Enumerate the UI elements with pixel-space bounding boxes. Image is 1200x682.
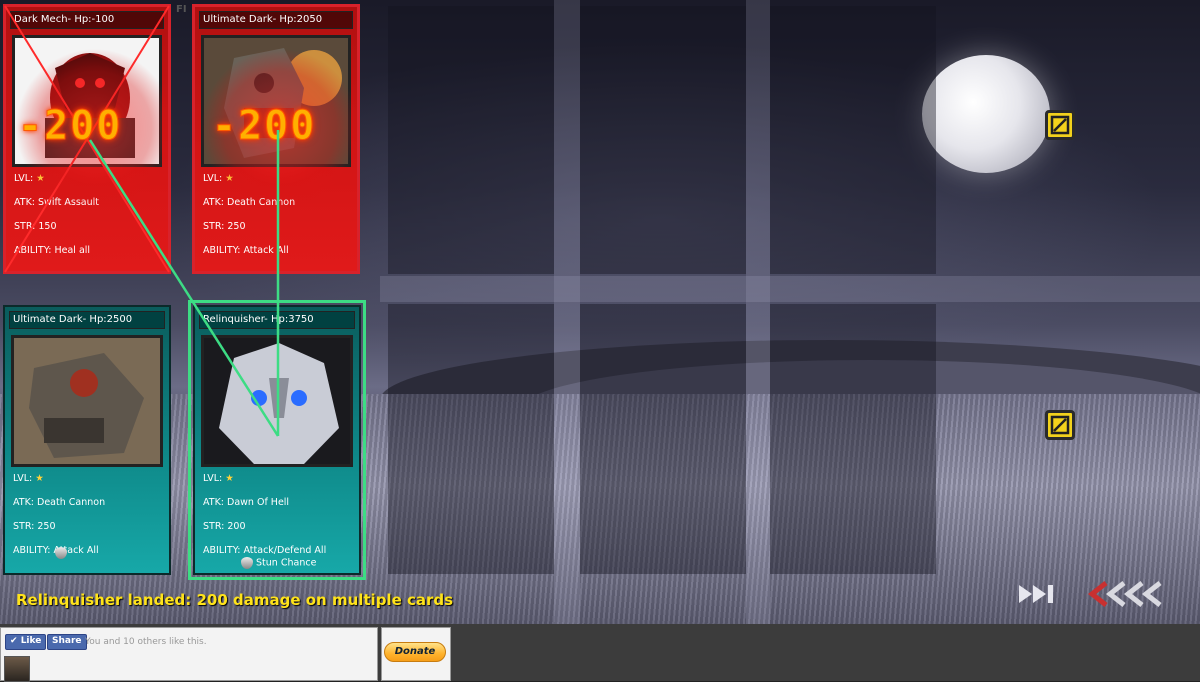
null-slot-icon bbox=[1050, 115, 1070, 135]
donate-button[interactable]: Donate bbox=[384, 642, 446, 662]
null-slot-button[interactable] bbox=[1045, 110, 1075, 140]
social-box: ✔ Like Share You and 10 others like this… bbox=[0, 627, 378, 682]
attack-lines bbox=[88, 130, 280, 437]
fast-forward-icon bbox=[1019, 585, 1053, 603]
attack-line bbox=[88, 139, 280, 437]
battle-log: Relinquisher landed: 200 damage on multi… bbox=[16, 591, 454, 609]
null-slot-button[interactable] bbox=[1045, 410, 1075, 440]
null-slot-icon bbox=[1050, 415, 1070, 435]
back-arrows-icon bbox=[1087, 581, 1162, 607]
donate-box: Donate bbox=[381, 627, 451, 681]
back-button[interactable] bbox=[1084, 581, 1164, 611]
like-icon: ✔ bbox=[10, 636, 18, 646]
footer-bar: ✔ Like Share You and 10 others like this… bbox=[0, 624, 1200, 682]
share-button[interactable]: Share bbox=[47, 634, 87, 650]
fast-forward-button[interactable] bbox=[1017, 583, 1057, 609]
like-button[interactable]: ✔ Like bbox=[5, 634, 47, 650]
battle-board: FI Dark Mech- Hp:-100 LVL: ★ ATK: Swift … bbox=[0, 0, 1200, 624]
avatar bbox=[4, 656, 30, 682]
like-label: Like bbox=[20, 636, 42, 646]
social-text: You and 10 others like this. bbox=[85, 637, 207, 647]
